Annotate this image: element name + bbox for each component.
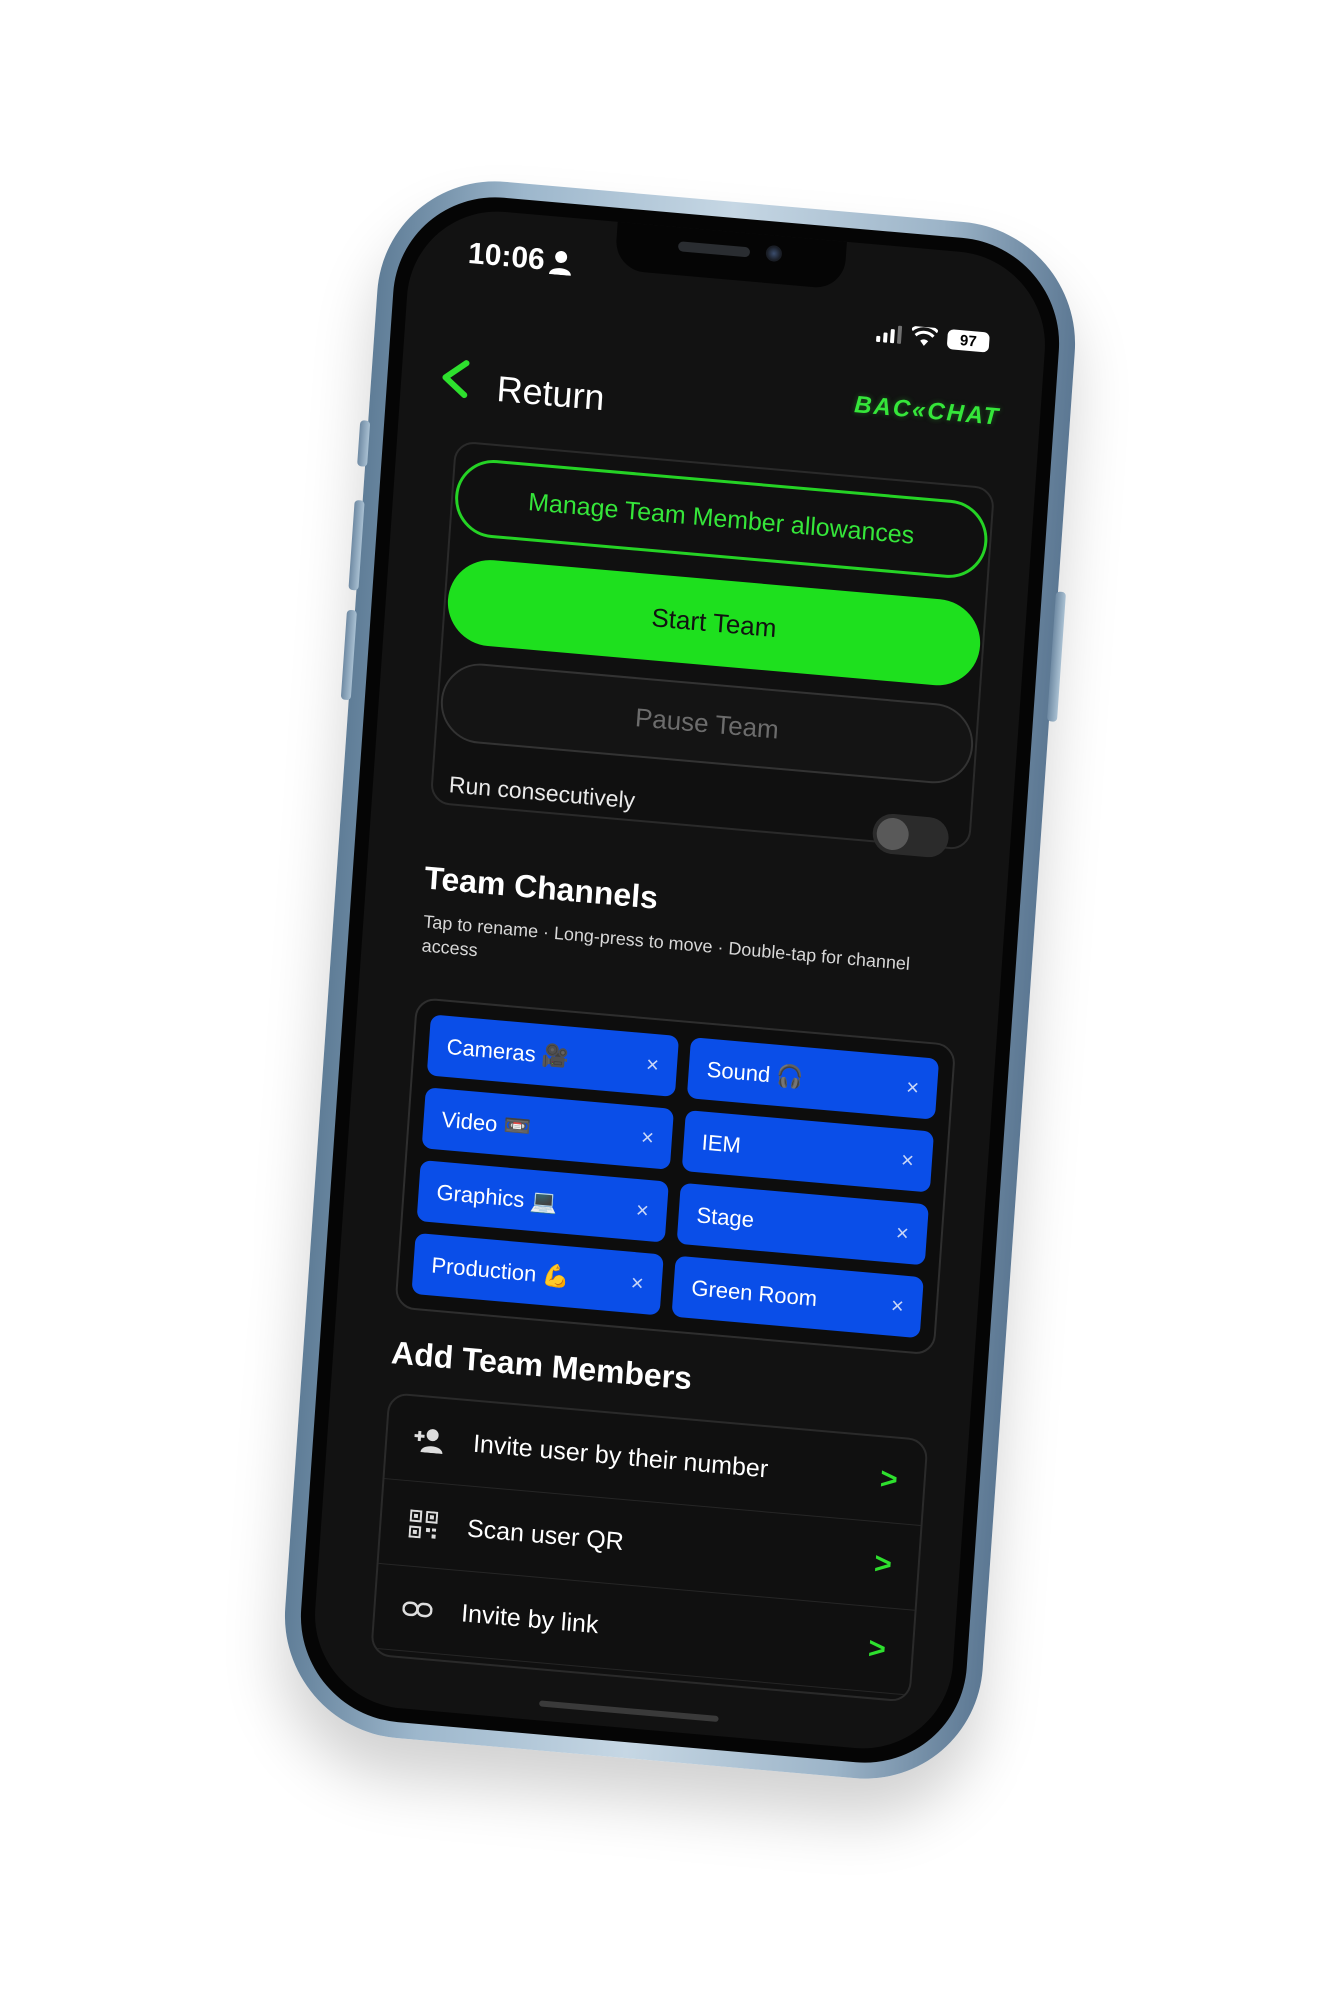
team-channels-title: Team Channels [423,859,660,916]
add-members-list: Invite user by their number > Scan user … [370,1392,929,1703]
close-icon[interactable]: × [640,1124,655,1151]
link-icon [397,1600,438,1619]
channel-chip-stage[interactable]: Stage × [676,1182,929,1266]
close-icon[interactable]: × [900,1146,915,1173]
channel-label: Cameras 🎥 [445,1033,571,1070]
channel-chip-cameras[interactable]: Cameras 🎥 × [426,1014,680,1097]
front-camera [765,244,783,263]
close-icon[interactable]: × [630,1269,645,1296]
channel-chip-iem[interactable]: IEM × [681,1109,935,1193]
channel-label: IEM [700,1129,742,1158]
return-button[interactable]: Return [495,368,606,419]
stage: 10:06 97 Return BAC«CHAT Manage Team Mem… [0,0,1341,2000]
cellular-signal-icon [875,324,903,344]
channel-label: Production 💪 [430,1251,571,1289]
back-chevron-icon[interactable] [436,357,473,400]
chevron-right-icon: > [873,1547,893,1582]
add-team-members-title: Add Team Members [390,1334,694,1397]
close-icon[interactable]: × [905,1074,920,1101]
chevron-right-icon: > [879,1462,899,1497]
status-indicators: 97 [875,323,990,353]
phone-mockup: 10:06 97 Return BAC«CHAT Manage Team Mem… [276,171,1084,1789]
person-icon [548,250,571,276]
channel-chip-green-room[interactable]: Green Room × [671,1255,924,1339]
channel-label: Stage [695,1201,755,1232]
status-time: 10:06 [467,236,546,277]
chevron-right-icon: > [867,1631,887,1667]
channel-label: Video 📼 [440,1106,532,1139]
home-indicator [538,1700,719,1723]
list-item-label: Scan user QR [466,1513,625,1556]
person-add-icon [408,1425,450,1455]
channel-label: Graphics 💻 [435,1179,559,1215]
battery-indicator: 97 [946,328,990,353]
channel-label: Sound 🎧 [706,1056,805,1090]
bacchat-logo: BAC«CHAT [853,391,1001,431]
channel-chip-video[interactable]: Video 📼 × [421,1087,674,1170]
channel-chip-production[interactable]: Production 💪 × [411,1232,664,1316]
earpiece-speaker [677,241,751,258]
wifi-icon [910,325,939,346]
channel-label: Green Room [690,1274,818,1311]
channel-grid: Cameras 🎥 × Sound 🎧 × Video 📼 × IEM × Gr… [394,997,957,1356]
channel-chip-sound[interactable]: Sound 🎧 × [686,1037,940,1120]
close-icon[interactable]: × [895,1219,910,1246]
list-item-label: Invite user by their number [472,1429,770,1483]
app-screen: 10:06 97 Return BAC«CHAT Manage Team Mem… [308,203,1052,1757]
close-icon[interactable]: × [890,1292,905,1319]
team-channels-hint: Tap to rename · Long-press to move · Dou… [421,911,911,974]
run-consecutively-toggle[interactable] [871,812,950,859]
close-icon[interactable]: × [635,1197,650,1224]
close-icon[interactable]: × [645,1051,660,1078]
list-item-label: Invite by link [460,1598,600,1639]
qr-code-icon [402,1509,444,1540]
channel-chip-graphics[interactable]: Graphics 💻 × [416,1160,669,1243]
toggle-knob [875,816,910,852]
